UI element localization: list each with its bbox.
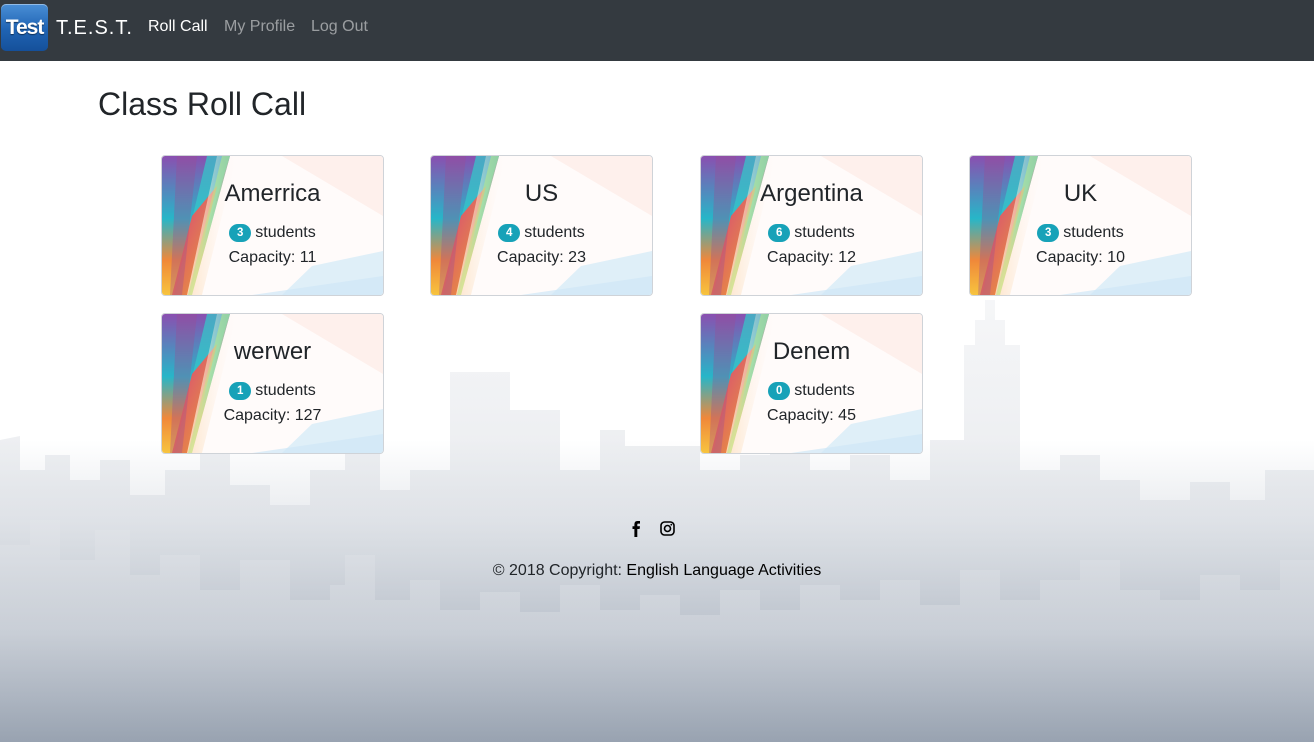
facebook-icon[interactable] (630, 521, 642, 542)
students-label: students (1063, 224, 1124, 241)
student-count-badge: 0 (768, 382, 791, 400)
class-name: werwer (233, 338, 312, 365)
student-count: 3 students (970, 224, 1191, 242)
page-title: Class Roll Call (98, 86, 307, 122)
class-name: US (524, 180, 559, 207)
top-navbar: Test T.E.S.T. Roll Call My Profile Log O… (0, 0, 1314, 61)
class-card-argentina[interactable]: Argentina 6 students Capacity: 12 (700, 155, 923, 296)
card-content: UK 3 students Capacity: 10 (970, 156, 1191, 295)
student-count-badge: 1 (229, 382, 252, 400)
card-content: Amerrica 3 students Capacity: 11 (162, 156, 383, 295)
class-name: UK (1063, 180, 1098, 207)
students-label: students (794, 224, 855, 241)
student-count: 0 students (701, 382, 922, 400)
brand-logo[interactable]: Test (1, 4, 48, 51)
students-label: students (794, 382, 855, 399)
class-capacity: Capacity: 45 (767, 407, 856, 424)
class-capacity: Capacity: 127 (223, 407, 322, 424)
students-label: students (524, 224, 585, 241)
nav-my-profile[interactable]: My Profile (224, 18, 295, 36)
copyright-text: © 2018 Copyright: (492, 562, 627, 579)
class-capacity: Capacity: 12 (767, 249, 856, 266)
class-card-uk[interactable]: UK 3 students Capacity: 10 (969, 155, 1192, 296)
footer-link[interactable]: English Language Activities (626, 562, 821, 579)
students-label: students (255, 224, 316, 241)
class-name: Amerrica (224, 180, 321, 207)
brand-name[interactable]: T.E.S.T. (56, 17, 133, 40)
class-card-amerrica[interactable]: Amerrica 3 students Capacity: 11 (161, 155, 384, 296)
student-count: 4 students (431, 224, 652, 242)
class-card-werwer[interactable]: werwer 1 students Capacity: 127 (161, 313, 384, 454)
card-content: werwer 1 students Capacity: 127 (162, 314, 383, 453)
class-name: Argentina (760, 180, 863, 207)
class-capacity: Capacity: 10 (1036, 249, 1125, 266)
card-content: Argentina 6 students Capacity: 12 (701, 156, 922, 295)
nav-log-out[interactable]: Log Out (311, 18, 368, 36)
class-capacity: Capacity: 23 (497, 249, 586, 266)
student-count: 1 students (162, 382, 383, 400)
card-content: Denem 0 students Capacity: 45 (701, 314, 922, 453)
student-count-badge: 4 (498, 224, 521, 242)
students-label: students (255, 382, 316, 399)
class-name: Denem (772, 338, 851, 365)
card-content: US 4 students Capacity: 23 (431, 156, 652, 295)
student-count-badge: 3 (1037, 224, 1060, 242)
class-capacity: Capacity: 11 (228, 249, 317, 266)
student-count: 3 students (162, 224, 383, 242)
footer-copyright: © 2018 Copyright: English Language Activ… (0, 562, 1314, 580)
student-count: 6 students (701, 224, 922, 242)
class-card-denem[interactable]: Denem 0 students Capacity: 45 (700, 313, 923, 454)
student-count-badge: 3 (229, 224, 252, 242)
student-count-badge: 6 (768, 224, 791, 242)
instagram-icon[interactable] (660, 521, 675, 541)
nav-roll-call[interactable]: Roll Call (148, 18, 208, 36)
class-card-us[interactable]: US 4 students Capacity: 23 (430, 155, 653, 296)
